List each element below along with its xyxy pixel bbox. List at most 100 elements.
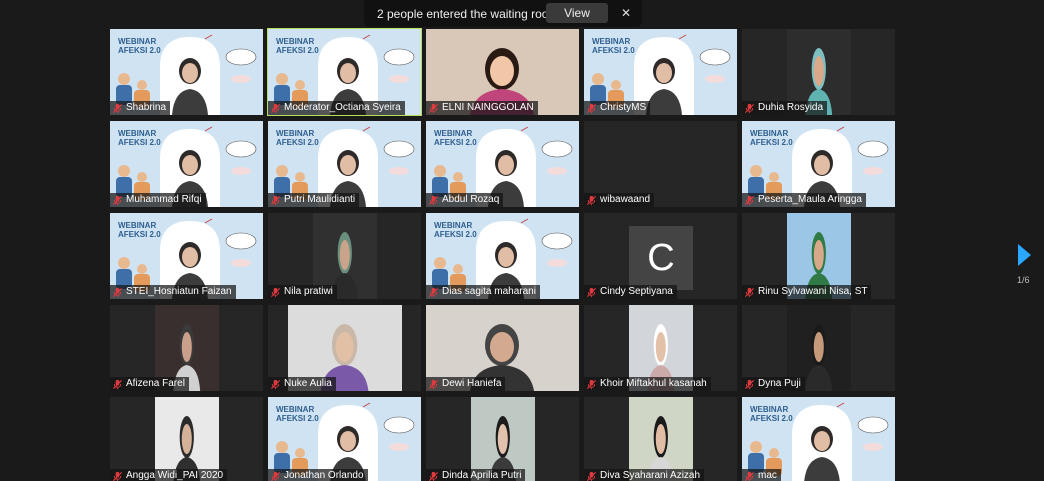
participant-name: ELNI NAINGGOLAN bbox=[442, 102, 534, 113]
muted-mic-icon bbox=[744, 195, 755, 206]
participant-name: Putri Maulidianti bbox=[284, 194, 356, 205]
participant-name: Shabrina bbox=[126, 102, 167, 113]
view-waiting-room-button[interactable]: View bbox=[546, 3, 608, 23]
participant-name-bar: Khoir Miftakhul kasanah bbox=[584, 377, 711, 391]
svg-text:WEBINAR: WEBINAR bbox=[750, 405, 788, 414]
participant-name-bar: Moderator_Octiana Syeira bbox=[268, 101, 405, 115]
participant-tile[interactable]: Afizena Farel bbox=[110, 305, 263, 391]
svg-text:WEBINAR: WEBINAR bbox=[276, 37, 314, 46]
muted-mic-icon bbox=[270, 379, 281, 390]
participant-tile[interactable]: Khoir Miftakhul kasanah bbox=[584, 305, 737, 391]
participant-tile[interactable]: Duhia Rosyida bbox=[742, 29, 895, 115]
participant-tile[interactable]: ELNI NAINGGOLAN bbox=[426, 29, 579, 115]
participant-name: Cindy Septiyana bbox=[600, 286, 673, 297]
svg-text:AFEKSI 2.0: AFEKSI 2.0 bbox=[434, 138, 477, 147]
muted-mic-icon bbox=[428, 103, 439, 114]
svg-text:WEBINAR: WEBINAR bbox=[276, 405, 314, 414]
close-notification-icon[interactable]: ✕ bbox=[618, 4, 634, 22]
participant-name: Angga Widi_PAI 2020 bbox=[126, 470, 224, 481]
participant-tile[interactable]: WEBINAR AFEKSI 2.0 Abdul Rozaq bbox=[426, 121, 579, 207]
participant-name-bar: Nuke Aulia bbox=[268, 377, 336, 391]
participant-name: Dinda Aprilia Putri bbox=[442, 470, 522, 481]
participant-tile[interactable]: wibawaand bbox=[584, 121, 737, 207]
participant-name: wibawaand bbox=[600, 194, 651, 205]
participant-name-bar: mac bbox=[742, 469, 781, 481]
participant-tile[interactable]: WEBINAR AFEKSI 2.0 ChristyMS bbox=[584, 29, 737, 115]
participant-name-bar: Abdul Rozaq bbox=[426, 193, 504, 207]
participant-tile[interactable]: Angga Widi_PAI 2020 bbox=[110, 397, 263, 481]
participant-name: Duhia Rosyida bbox=[758, 102, 824, 113]
participant-name-bar: ChristyMS bbox=[584, 101, 651, 115]
muted-mic-icon bbox=[270, 471, 281, 481]
participant-name: Muhammad Rifqi bbox=[126, 194, 202, 205]
participant-name: Nuke Aulia bbox=[284, 378, 332, 389]
muted-mic-icon bbox=[270, 287, 281, 298]
participant-tile[interactable]: Dewi Haniefa bbox=[426, 305, 579, 391]
participant-tile[interactable]: WEBINAR AFEKSI 2.0 Peserta_Maula Aringga bbox=[742, 121, 895, 207]
participant-tile[interactable]: Nuke Aulia bbox=[268, 305, 421, 391]
svg-text:WEBINAR: WEBINAR bbox=[276, 129, 314, 138]
svg-text:AFEKSI 2.0: AFEKSI 2.0 bbox=[118, 46, 161, 55]
svg-text:WEBINAR: WEBINAR bbox=[434, 129, 472, 138]
muted-mic-icon bbox=[270, 195, 281, 206]
participant-tile[interactable]: Diva Syaharani Azizah bbox=[584, 397, 737, 481]
participant-name: Diva Syaharani Azizah bbox=[600, 470, 701, 481]
svg-text:AFEKSI 2.0: AFEKSI 2.0 bbox=[750, 138, 793, 147]
next-page-arrow-icon[interactable] bbox=[1018, 244, 1031, 266]
svg-text:AFEKSI 2.0: AFEKSI 2.0 bbox=[276, 138, 319, 147]
muted-mic-icon bbox=[112, 103, 123, 114]
muted-mic-icon bbox=[112, 195, 123, 206]
participant-name: Afizena Farel bbox=[126, 378, 185, 389]
participant-tile[interactable]: WEBINAR AFEKSI 2.0 STEI_Hosniatun Faizan bbox=[110, 213, 263, 299]
participant-tile[interactable]: Dinda Aprilia Putri bbox=[426, 397, 579, 481]
muted-mic-icon bbox=[744, 287, 755, 298]
waiting-room-notification: 2 people entered the waiting room View ✕ bbox=[364, 0, 642, 27]
muted-mic-icon bbox=[744, 471, 755, 481]
participant-tile[interactable]: WEBINAR AFEKSI 2.0 Moderator_Octiana Sye… bbox=[267, 28, 422, 116]
svg-text:WEBINAR: WEBINAR bbox=[118, 221, 156, 230]
participant-name-bar: Dewi Haniefa bbox=[426, 377, 506, 391]
participant-tile[interactable]: WEBINAR AFEKSI 2.0 Dias sagita maharani bbox=[426, 213, 579, 299]
participant-tile[interactable]: WEBINAR AFEKSI 2.0 Muhammad Rifqi bbox=[110, 121, 263, 207]
svg-text:AFEKSI 2.0: AFEKSI 2.0 bbox=[592, 46, 635, 55]
participant-tile[interactable]: WEBINAR AFEKSI 2.0 Shabrina bbox=[110, 29, 263, 115]
muted-mic-icon bbox=[428, 379, 439, 390]
participant-name-bar: Afizena Farel bbox=[110, 377, 189, 391]
participant-name: Nila pratiwi bbox=[284, 286, 333, 297]
participant-name-bar: ELNI NAINGGOLAN bbox=[426, 101, 538, 115]
participant-tile[interactable]: WEBINAR AFEKSI 2.0 Putri Maulidianti bbox=[268, 121, 421, 207]
muted-mic-icon bbox=[428, 287, 439, 298]
svg-text:AFEKSI 2.0: AFEKSI 2.0 bbox=[118, 138, 161, 147]
muted-mic-icon bbox=[428, 195, 439, 206]
participant-name: STEI_Hosniatun Faizan bbox=[126, 286, 232, 297]
svg-text:WEBINAR: WEBINAR bbox=[592, 37, 630, 46]
participant-name-bar: Jonathan Orlando bbox=[268, 469, 368, 481]
notification-message: 2 people entered the waiting room bbox=[377, 6, 559, 21]
participant-name: Dias sagita maharani bbox=[442, 286, 536, 297]
svg-text:WEBINAR: WEBINAR bbox=[118, 129, 156, 138]
participant-name: Dewi Haniefa bbox=[442, 378, 502, 389]
participant-name-bar: Rinu Sylvawani Nisa, ST bbox=[742, 285, 872, 299]
participant-tile[interactable]: C Cindy Septiyana bbox=[584, 213, 737, 299]
muted-mic-icon bbox=[270, 103, 281, 114]
participant-name-bar: Dias sagita maharani bbox=[426, 285, 540, 299]
participant-tile[interactable]: Rinu Sylvawani Nisa, ST bbox=[742, 213, 895, 299]
participant-name: Moderator_Octiana Syeira bbox=[284, 102, 401, 113]
participant-name: Abdul Rozaq bbox=[442, 194, 500, 205]
participant-name: mac bbox=[758, 470, 777, 481]
participant-name-bar: Duhia Rosyida bbox=[742, 101, 828, 115]
participant-name-bar: STEI_Hosniatun Faizan bbox=[110, 285, 236, 299]
participant-tile[interactable]: Nila pratiwi bbox=[268, 213, 421, 299]
svg-text:AFEKSI 2.0: AFEKSI 2.0 bbox=[750, 414, 793, 423]
muted-mic-icon bbox=[112, 379, 123, 390]
participant-name-bar: Cindy Septiyana bbox=[584, 285, 677, 299]
participant-name: Jonathan Orlando bbox=[284, 470, 364, 481]
participant-tile[interactable]: WEBINAR AFEKSI 2.0 mac bbox=[742, 397, 895, 481]
muted-mic-icon bbox=[586, 471, 597, 481]
participant-tile[interactable]: Dyna Puji bbox=[742, 305, 895, 391]
participant-tile[interactable]: WEBINAR AFEKSI 2.0 Jonathan Orlando bbox=[268, 397, 421, 481]
participant-gallery: WEBINAR AFEKSI 2.0 Shabrina WEBINAR AFEK… bbox=[110, 28, 895, 481]
svg-text:WEBINAR: WEBINAR bbox=[434, 221, 472, 230]
muted-mic-icon bbox=[428, 471, 439, 481]
participant-name: Rinu Sylvawani Nisa, ST bbox=[758, 286, 868, 297]
